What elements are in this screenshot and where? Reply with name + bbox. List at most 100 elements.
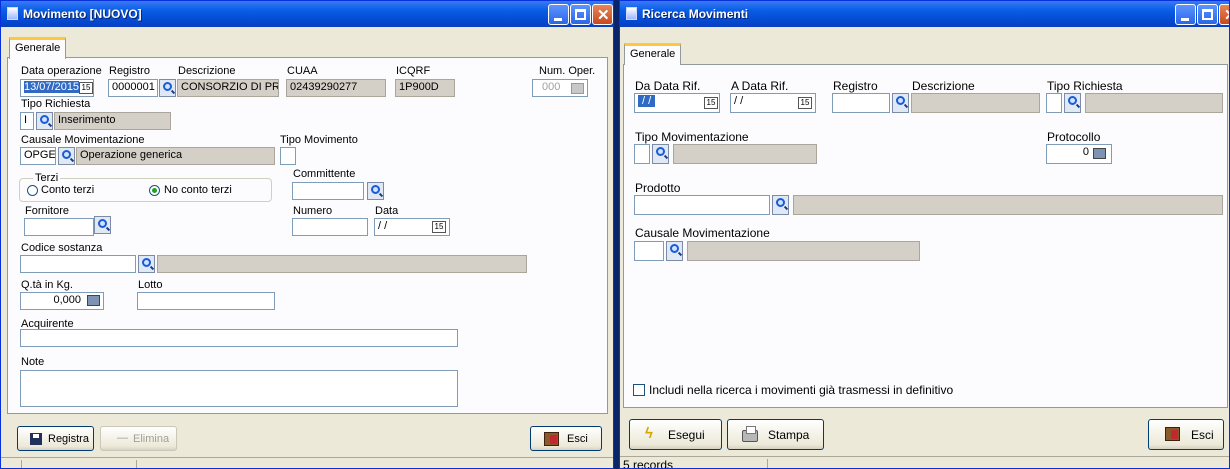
causale-desc-field: Operazione generica [76,147,275,165]
includi-checkbox[interactable] [633,384,645,396]
calendar-icon[interactable]: 15 [432,221,446,233]
tipo-movimentazione-code-field[interactable] [634,144,650,164]
elimina-button[interactable]: — Elimina [100,426,177,451]
minimize-button[interactable] [1175,4,1196,25]
esegui-button[interactable]: ϟ Esegui [629,419,722,450]
registro-search-button[interactable] [159,79,176,97]
protocollo-label: Protocollo [1047,130,1101,144]
calculator-icon[interactable] [1093,148,1106,159]
calendar-icon[interactable]: 15 [79,82,93,94]
maximize-button[interactable] [570,4,591,25]
lotto-field[interactable] [137,292,275,310]
tipo-richiesta-code-field[interactable] [1046,93,1062,113]
minimize-icon [1181,18,1189,21]
tipo-richiesta-desc-field [1085,93,1223,113]
tipo-richiesta-search-button[interactable] [36,112,53,130]
committente-field[interactable] [292,182,364,200]
tipo-movimento-field[interactable] [280,147,296,165]
movimento-titlebar[interactable]: Movimento [NUOVO] ✕ [1,1,613,27]
esci-button[interactable]: Esci [1148,419,1224,450]
ricerca-titlebar[interactable]: Ricerca Movimenti ✕ [620,1,1229,27]
records-count: 5 records [623,458,674,469]
da-data-label: Da Data Rif. [635,79,701,93]
tab-generale[interactable]: Generale [9,37,67,59]
registro-field[interactable] [832,93,890,113]
close-button[interactable]: ✕ [1219,4,1229,25]
stampa-button[interactable]: Stampa [727,419,824,450]
registro-field[interactable]: 0000001 [108,79,158,97]
registra-button[interactable]: Registra [17,426,94,451]
causale-search-button[interactable] [58,147,75,165]
tab-label: Generale [15,42,61,54]
icqrf-label: ICQRF [396,65,431,77]
a-data-label: A Data Rif. [731,79,789,93]
conto-terzi-label: Conto terzi [41,184,95,196]
prodotto-desc-field [793,195,1223,215]
causale-desc-field [687,241,920,261]
codice-sostanza-search-button[interactable] [138,255,155,273]
prodotto-field[interactable] [634,195,770,215]
maximize-icon [575,9,586,20]
tipo-richiesta-code-field[interactable]: I [20,112,34,130]
tipo-movimento-label: Tipo Movimento [280,134,358,146]
conto-terzi-radio[interactable] [27,185,38,196]
calculator-icon[interactable] [87,295,100,306]
lightning-icon: ϟ [645,425,653,442]
prodotto-search-button[interactable] [772,195,789,215]
causale-search-button[interactable] [666,241,683,261]
esci-button[interactable]: Esci [530,426,602,451]
close-button[interactable]: ✕ [592,4,613,25]
tipo-movimentazione-search-button[interactable] [652,144,669,164]
codice-sostanza-label: Codice sostanza [21,242,103,254]
icqrf-field: 1P900D [395,79,455,97]
note-label: Note [21,356,45,368]
tipo-richiesta-desc-field: Inserimento [54,112,171,130]
calculator-icon [571,83,584,94]
minimize-button[interactable] [548,4,569,25]
calendar-icon[interactable]: 15 [798,97,812,109]
window-title: Ricerca Movimenti [642,7,749,21]
minimize-icon [554,18,562,21]
no-conto-terzi-radio[interactable] [149,185,160,196]
database-icon [7,7,18,20]
descrizione-label: Descrizione [178,65,236,77]
qta-label: Q.tà in Kg. [21,279,73,291]
tab-label: Generale [630,48,676,60]
registro-search-button[interactable] [892,93,909,113]
tipo-richiesta-label: Tipo Richiesta [1047,79,1123,93]
tab-generale[interactable]: Generale [624,43,682,65]
causale-code-field[interactable] [634,241,664,261]
no-conto-terzi-label: No conto terzi [164,184,232,196]
numero-label: Numero [293,205,333,217]
registro-label: Registro [833,79,878,93]
calendar-icon[interactable]: 15 [704,97,718,109]
terzi-label: Terzi [33,172,61,184]
causale-code-field[interactable]: OPGE [20,147,56,165]
codice-sostanza-field[interactable] [20,255,136,273]
cuaa-label: CUAA [287,65,318,77]
maximize-button[interactable] [1197,4,1218,25]
lotto-label: Lotto [138,279,163,291]
fornitore-search-button[interactable] [94,216,111,234]
status-bar [1,457,613,468]
data-label: Data [375,205,399,217]
note-textarea[interactable] [20,370,458,407]
num-oper-label: Num. Oper. [539,65,596,77]
fornitore-field[interactable] [24,218,94,236]
data-operazione-label: Data operazione [21,65,102,77]
floppy-icon [30,433,42,445]
numero-field[interactable] [292,218,368,236]
causale-label: Causale Movimentazione [21,134,145,146]
exit-door-icon [544,432,559,446]
codice-sostanza-desc-field [157,255,527,273]
printer-icon [742,426,758,442]
acquirente-field[interactable] [20,329,458,347]
tipo-richiesta-search-button[interactable] [1064,93,1081,113]
maximize-icon [1202,9,1213,20]
fornitore-label: Fornitore [25,205,70,217]
registro-label: Registro [109,65,150,77]
tipo-richiesta-label: Tipo Richiesta [21,98,91,110]
exit-door-icon [1165,427,1180,441]
committente-search-button[interactable] [367,182,384,200]
minus-icon: — [117,432,128,444]
